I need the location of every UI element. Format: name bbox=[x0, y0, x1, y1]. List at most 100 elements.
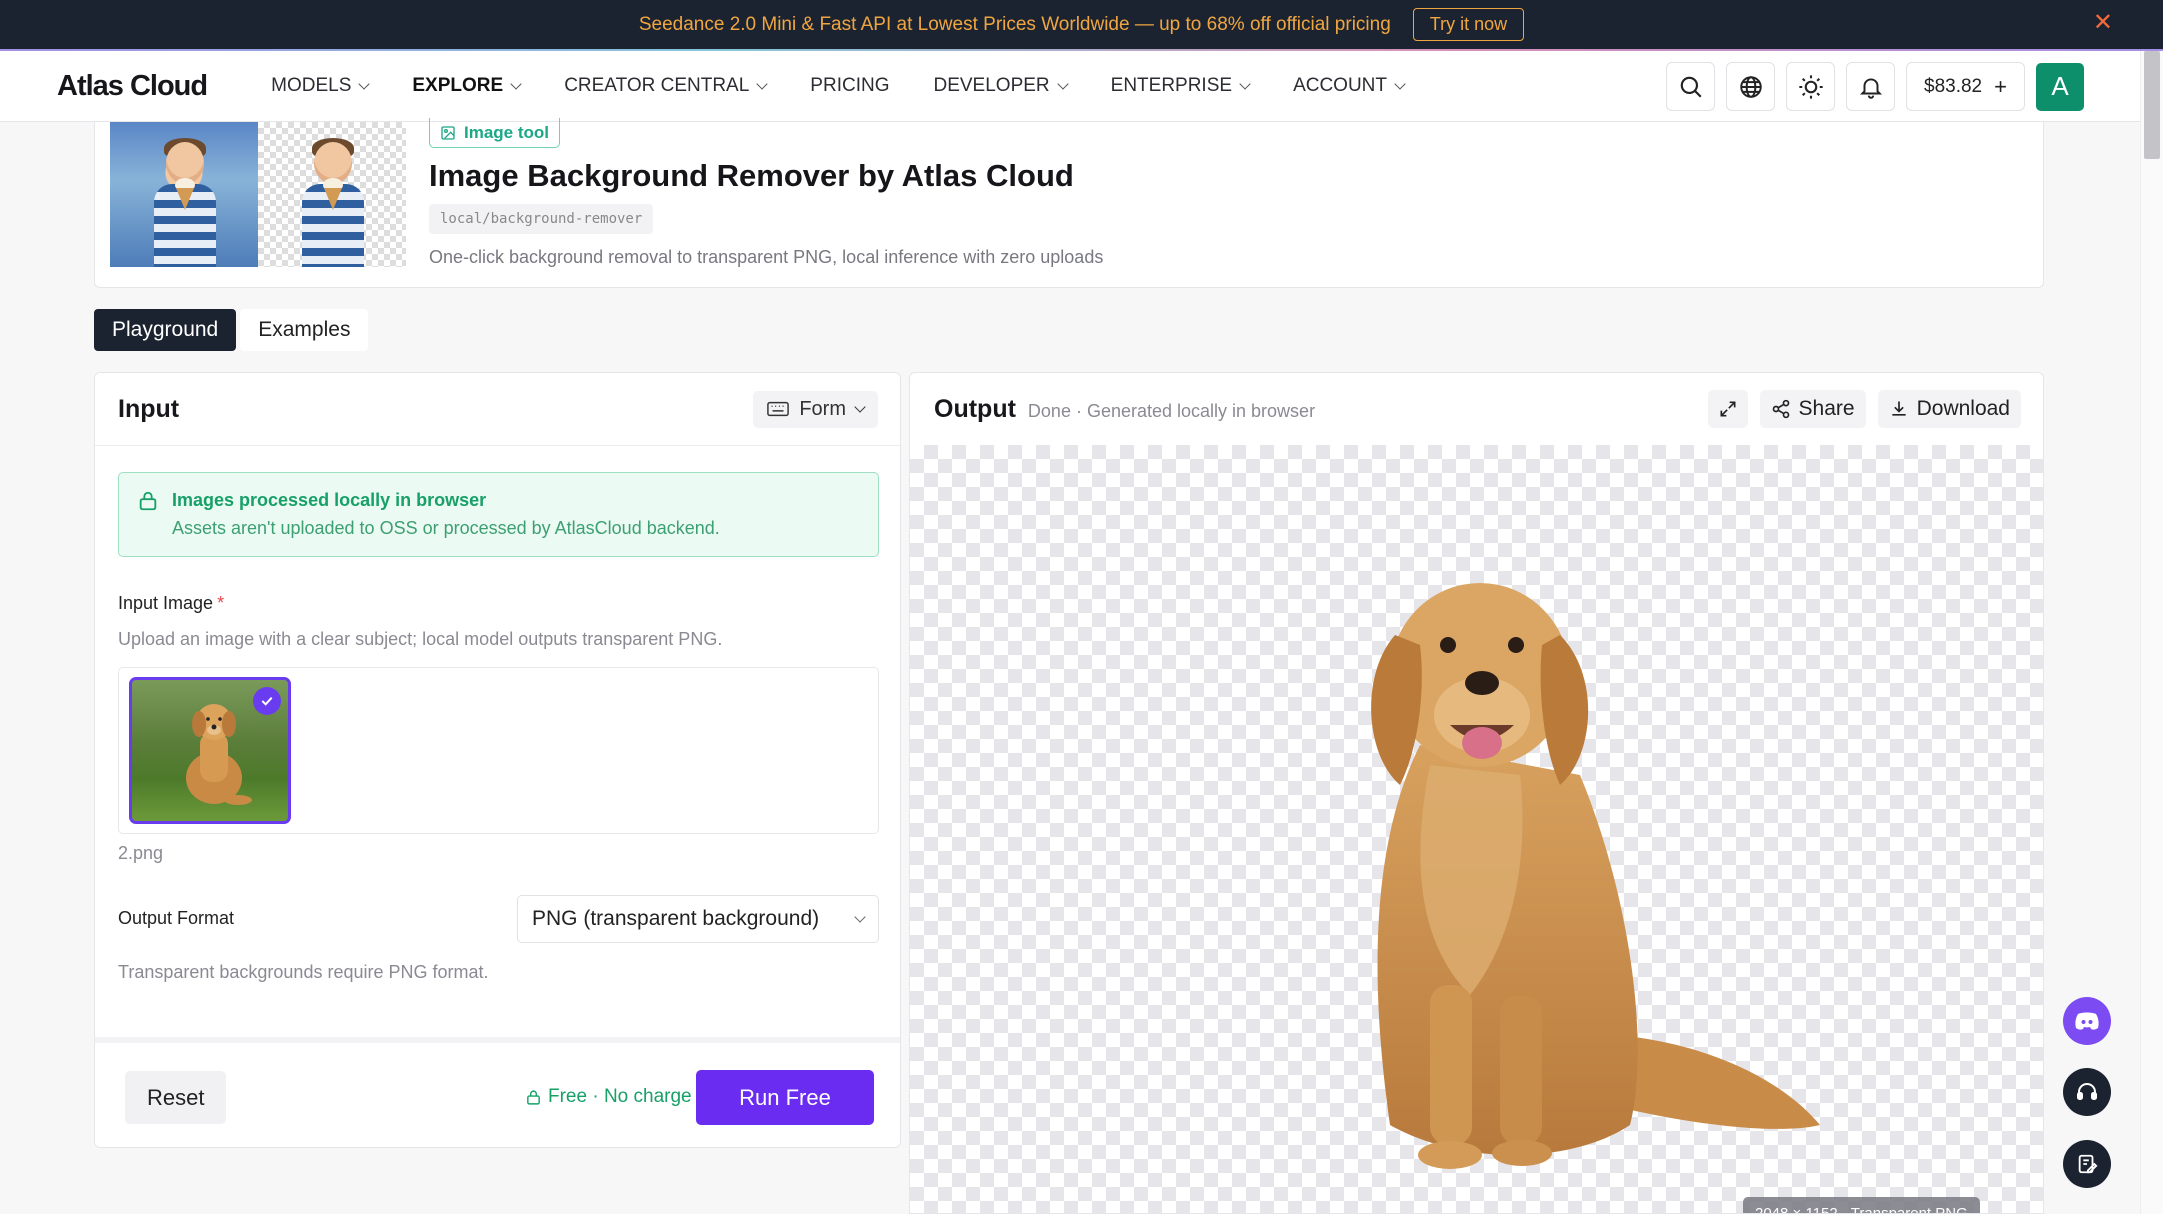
share-label: Share bbox=[1798, 397, 1855, 420]
panel-divider bbox=[95, 1037, 900, 1043]
chevron-down-icon bbox=[854, 400, 866, 413]
image-upload-area[interactable] bbox=[118, 667, 879, 834]
reset-button[interactable]: Reset bbox=[125, 1071, 227, 1124]
logo[interactable]: Atlas Cloud bbox=[57, 70, 208, 103]
menu-label: DEVELOPER bbox=[933, 75, 1050, 96]
mode-tabs: Playground Examples bbox=[94, 309, 369, 351]
chevron-down-icon bbox=[1239, 77, 1251, 90]
chevron-down-icon bbox=[756, 77, 768, 90]
search-icon bbox=[1680, 76, 1702, 98]
tool-category-tag: Image tool bbox=[429, 118, 561, 148]
promo-text: Seedance 2.0 Mini & Fast API at Lowest P… bbox=[638, 13, 1391, 35]
menu-label: ACCOUNT bbox=[1293, 75, 1388, 96]
model-id: local/background-remover bbox=[429, 204, 654, 234]
tool-preview-thumbnails bbox=[110, 122, 406, 267]
language-button[interactable] bbox=[1726, 62, 1776, 111]
promo-banner: Seedance 2.0 Mini & Fast API at Lowest P… bbox=[0, 0, 2163, 49]
download-button[interactable]: Download bbox=[1877, 390, 2021, 428]
local-processing-notice: Images processed locally in browser Asse… bbox=[118, 472, 879, 557]
input-image-label-text: Input Image bbox=[118, 593, 214, 613]
free-note-text: Free · No charge bbox=[548, 1086, 692, 1107]
menu-item-account[interactable]: ACCOUNT bbox=[1271, 75, 1426, 97]
dog-thumbnail-image bbox=[186, 704, 252, 805]
discord-button[interactable] bbox=[2063, 997, 2111, 1045]
menu-item-explore[interactable]: EXPLORE bbox=[390, 75, 542, 97]
input-panel-header: Input Form bbox=[95, 373, 900, 446]
input-title: Input bbox=[118, 394, 180, 423]
tool-description: One-click background removal to transpar… bbox=[429, 247, 1104, 267]
menu-label: MODELS bbox=[271, 75, 352, 96]
share-button[interactable]: Share bbox=[1759, 390, 1866, 428]
required-marker: * bbox=[217, 593, 225, 613]
output-format-value: PNG (transparent background) bbox=[532, 907, 820, 930]
keyboard-icon bbox=[767, 401, 790, 417]
lock-icon bbox=[139, 491, 157, 511]
output-format-select[interactable]: PNG (transparent background) bbox=[517, 895, 879, 943]
menu-label: EXPLORE bbox=[412, 75, 504, 96]
menu-item-developer[interactable]: DEVELOPER bbox=[911, 75, 1088, 97]
output-canvas: 2048 × 1152 · Transparent PNG bbox=[910, 445, 2043, 1213]
output-panel-header: Output Done · Generated locally in brows… bbox=[910, 373, 2043, 445]
close-icon[interactable]: ✕ bbox=[2093, 11, 2113, 35]
menu-item-enterprise[interactable]: ENTERPRISE bbox=[1089, 75, 1271, 97]
tab-playground[interactable]: Playground bbox=[94, 309, 237, 351]
plus-icon: + bbox=[1994, 73, 2007, 99]
output-title: Output bbox=[934, 394, 1016, 423]
output-dog-image bbox=[1371, 583, 1820, 1169]
chevron-down-icon bbox=[1056, 77, 1069, 90]
expand-icon bbox=[1720, 401, 1736, 417]
avatar[interactable]: A bbox=[2036, 62, 2084, 111]
edit-note-icon bbox=[2078, 1154, 2098, 1174]
input-image-label: Input Image * bbox=[118, 593, 224, 614]
bell-icon bbox=[1859, 77, 1882, 99]
notifications-button[interactable] bbox=[1846, 62, 1896, 111]
form-mode-select[interactable]: Form bbox=[753, 390, 878, 428]
input-panel: Input Form Images processed locally in b… bbox=[94, 372, 901, 1148]
page-scrollbar[interactable] bbox=[2140, 51, 2163, 1214]
menu-label: ENTERPRISE bbox=[1110, 75, 1233, 96]
tab-examples[interactable]: Examples bbox=[240, 309, 369, 351]
theme-toggle-button[interactable] bbox=[1786, 62, 1836, 111]
form-mode-label: Form bbox=[799, 397, 846, 420]
tag-label: Image tool bbox=[464, 122, 550, 142]
page-title: Image Background Remover by Atlas Cloud bbox=[429, 158, 1074, 193]
menu-label: CREATOR CENTRAL bbox=[564, 75, 750, 96]
fullscreen-button[interactable] bbox=[1707, 390, 1748, 428]
output-format-label: Output Format bbox=[118, 908, 235, 928]
scrollbar-thumb[interactable] bbox=[2144, 51, 2160, 159]
support-button[interactable] bbox=[2063, 1068, 2111, 1116]
menu-item-creator-central[interactable]: CREATOR CENTRAL bbox=[542, 75, 788, 97]
uploaded-filename: 2.png bbox=[118, 843, 164, 863]
discord-icon bbox=[2075, 1012, 2099, 1030]
menu-item-pricing[interactable]: PRICING bbox=[788, 75, 911, 97]
notice-title: Images processed locally in browser bbox=[172, 490, 487, 510]
image-dimensions-badge: 2048 × 1152 · Transparent PNG bbox=[1743, 1197, 1980, 1213]
chevron-down-icon bbox=[358, 77, 371, 90]
uploaded-image-thumbnail[interactable] bbox=[129, 677, 291, 824]
search-button[interactable] bbox=[1666, 62, 1716, 111]
header-tools: $83.82 + A bbox=[1666, 62, 2084, 111]
output-panel: Output Done · Generated locally in brows… bbox=[909, 372, 2044, 1214]
sun-icon bbox=[1798, 74, 1823, 99]
selected-check-icon bbox=[253, 687, 281, 715]
preview-before-image bbox=[110, 122, 258, 267]
headset-icon bbox=[2077, 1083, 2097, 1100]
menu-item-models[interactable]: MODELS bbox=[249, 75, 390, 97]
download-icon bbox=[1891, 401, 1906, 416]
feedback-button[interactable] bbox=[2063, 1140, 2111, 1188]
menu-label: PRICING bbox=[810, 75, 890, 96]
balance-button[interactable]: $83.82 + bbox=[1906, 62, 2025, 111]
run-free-button[interactable]: Run Free bbox=[696, 1070, 874, 1125]
output-actions: Share Download bbox=[1707, 390, 2021, 428]
output-status: Done · Generated locally in browser bbox=[1027, 400, 1316, 421]
notice-subtitle: Assets aren't uploaded to OSS or process… bbox=[172, 518, 720, 538]
tool-header-card: Image tool Image Background Remover by A… bbox=[94, 118, 2044, 288]
input-image-help: Upload an image with a clear subject; lo… bbox=[118, 629, 723, 649]
balance-amount: $83.82 bbox=[1924, 75, 1983, 97]
main-menu: MODELS EXPLORE CREATOR CENTRAL PRICING D… bbox=[249, 75, 1426, 97]
output-format-help: Transparent backgrounds require PNG form… bbox=[118, 962, 489, 982]
chevron-down-icon bbox=[854, 910, 866, 923]
globe-icon bbox=[1739, 75, 1762, 98]
chevron-down-icon bbox=[510, 77, 522, 90]
promo-try-button[interactable]: Try it now bbox=[1412, 8, 1525, 41]
